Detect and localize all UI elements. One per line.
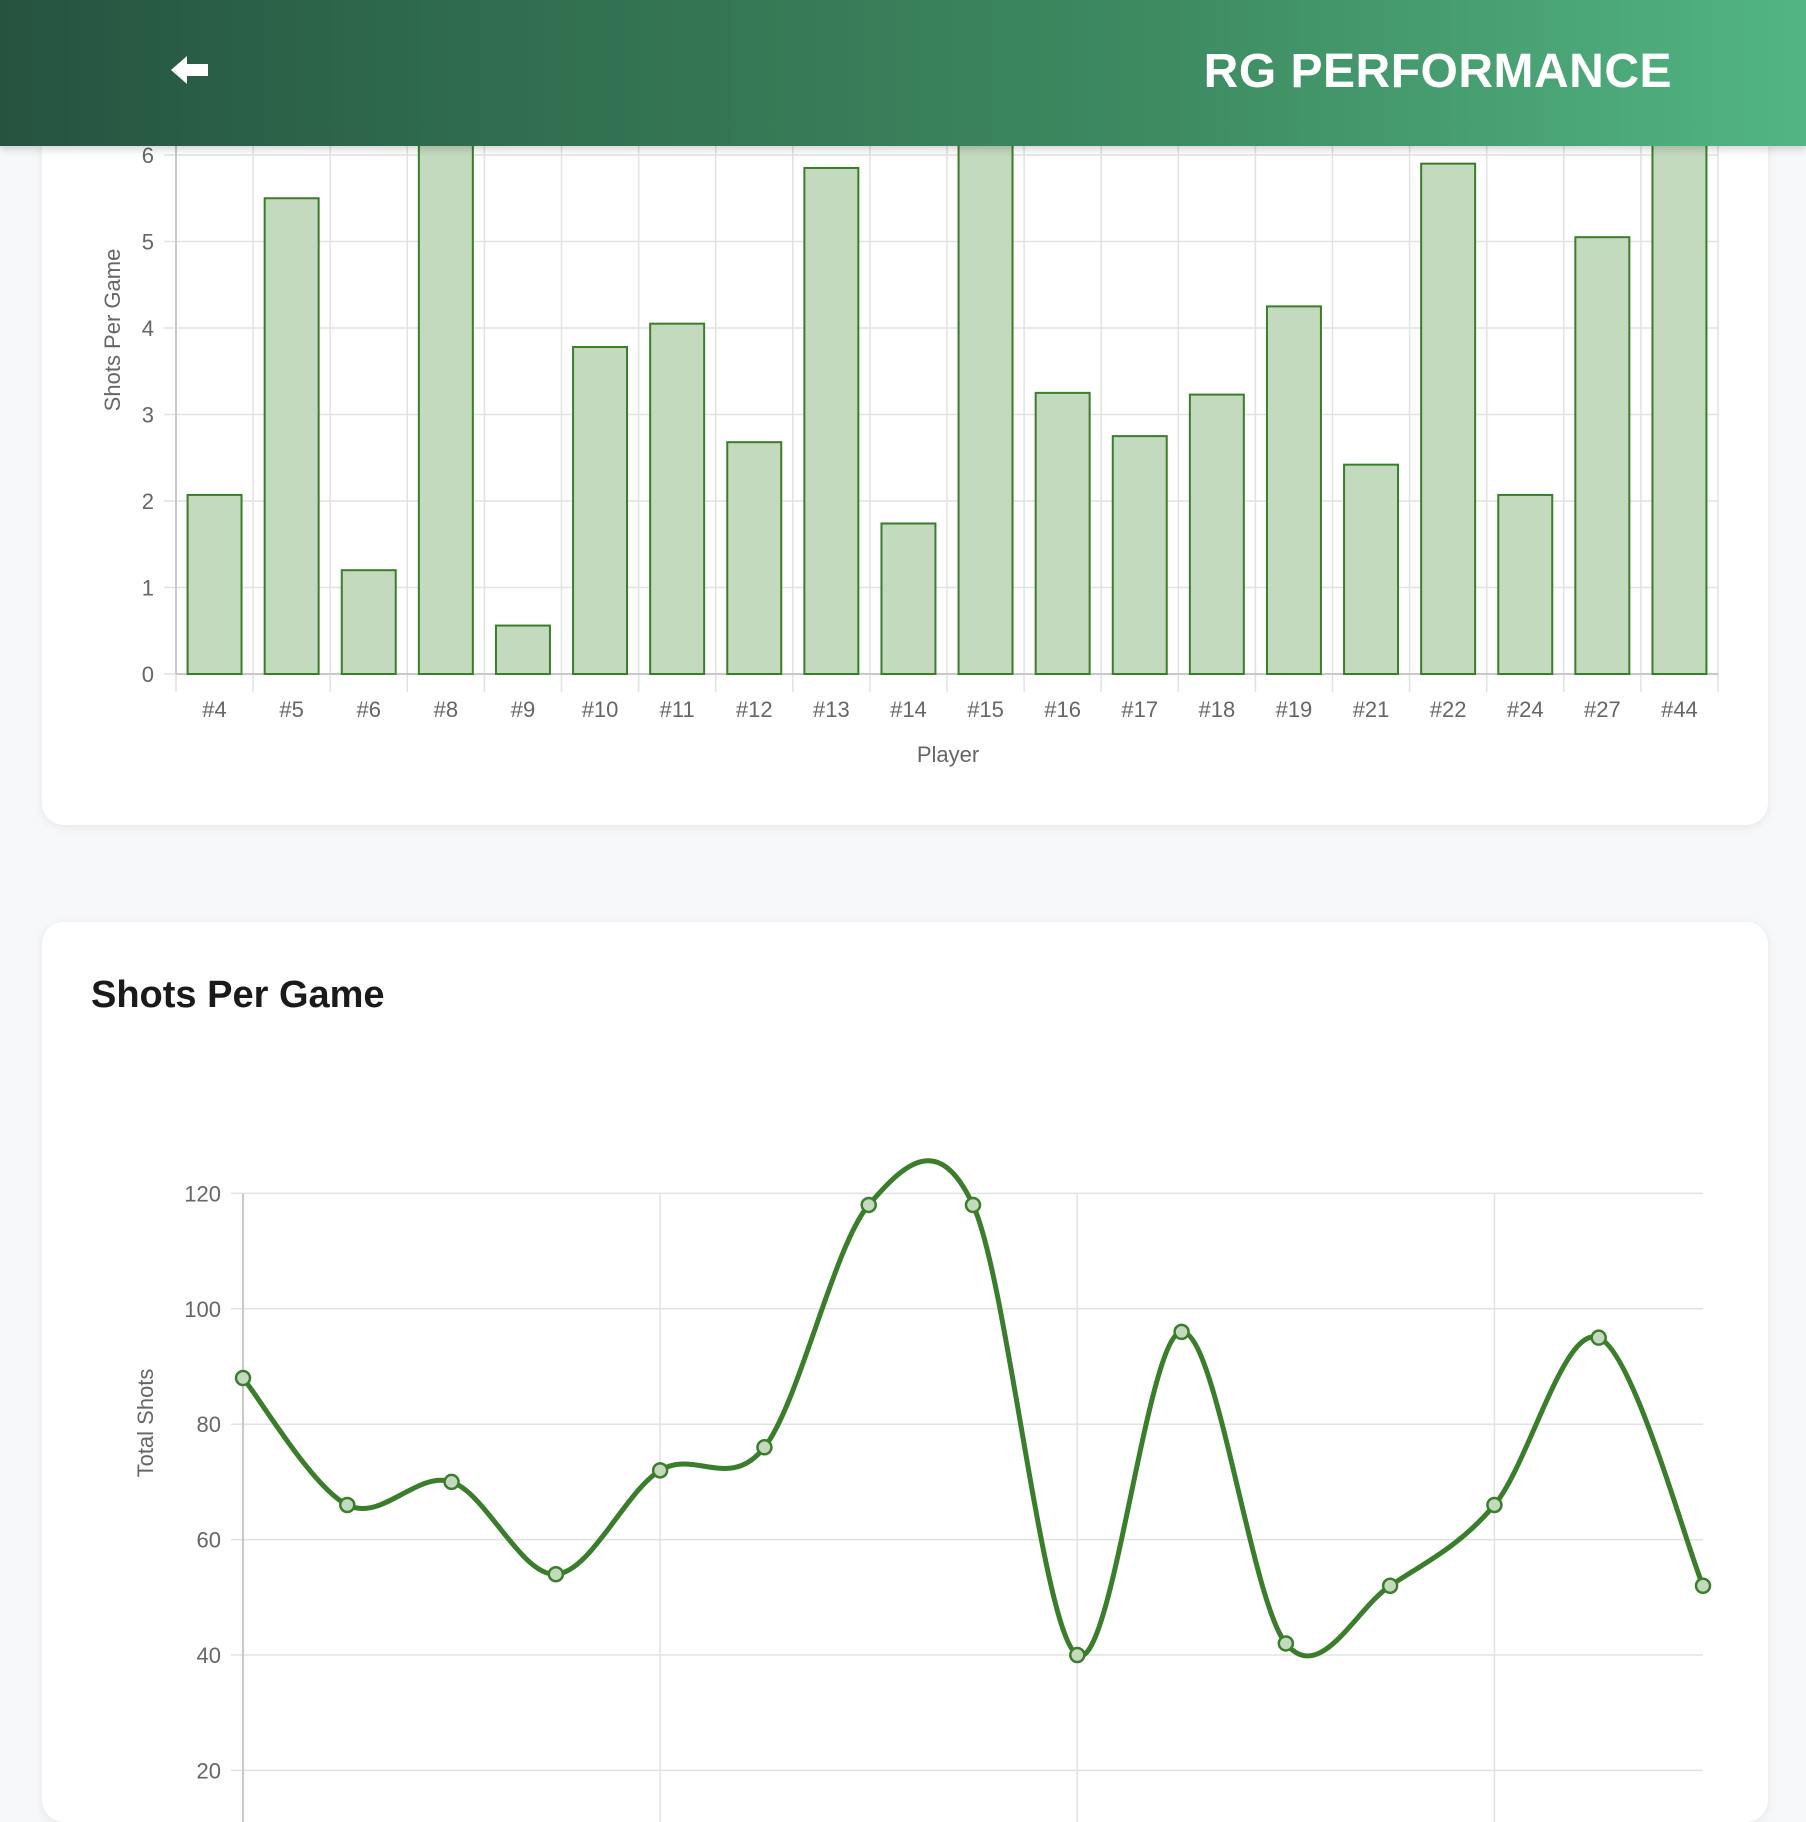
back-button[interactable] xyxy=(160,40,220,100)
bar-chart-bar xyxy=(340,569,397,676)
line-chart-point xyxy=(1486,1496,1503,1514)
line-chart-card: Shots Per Game 20 40 60 80 100 120 Total Shot… xyxy=(42,922,1768,1822)
line-chart-point xyxy=(1173,1323,1190,1341)
line-chart-point xyxy=(1694,1577,1712,1595)
bar-chart-bar xyxy=(1343,463,1400,676)
bar-chart-bar xyxy=(263,197,320,675)
bar-chart-ytick-label: 2 xyxy=(142,489,154,514)
line-chart-grid xyxy=(231,1192,1703,1822)
bar-chart-xtick-label: #21 xyxy=(1353,697,1390,722)
header-title: RG PERFORMANCE xyxy=(1203,45,1672,98)
bar-chart-bar xyxy=(417,136,474,675)
bar-chart-xtick-label: #4 xyxy=(202,697,226,722)
bar-chart-bar xyxy=(1265,305,1322,675)
bar-chart-ytick-label: 4 xyxy=(142,316,154,341)
bar-chart-xtick-label: #13 xyxy=(813,697,850,722)
bar-chart-ytick-label: 5 xyxy=(142,230,154,255)
line-chart-point xyxy=(339,1496,356,1514)
bar-chart-bar xyxy=(494,624,551,675)
bar-chart-xtick-label: #44 xyxy=(1661,697,1698,722)
bar-chart-bar xyxy=(649,322,706,675)
line-chart-point xyxy=(1277,1635,1295,1652)
line-chart: 20 40 60 80 100 120 Total Shots xyxy=(133,1158,1712,1822)
bar-chart-bar xyxy=(803,166,860,675)
line-chart-point xyxy=(234,1369,252,1387)
line-chart-series-line xyxy=(241,1158,1706,1659)
bar-chart-xtick-label: #10 xyxy=(582,697,619,722)
bar-chart-xtick-label: #15 xyxy=(967,697,1004,722)
bar-chart-xtick-label: #12 xyxy=(736,697,773,722)
bar-chart-bar xyxy=(1497,493,1554,675)
bar-chart-xlabel: Player xyxy=(917,742,979,767)
bar-chart-ytick-label: 3 xyxy=(142,403,154,428)
bar-chart-xtick-label: #9 xyxy=(511,697,535,722)
bar-chart: 0 1 2 3 4 5 6 #4 #5 #6 #8 #9 #10 #11 #12 #13 #14 #15 #16 #1… xyxy=(100,40,1719,767)
line-chart-point xyxy=(1590,1329,1607,1346)
line-chart-point xyxy=(1381,1577,1399,1595)
bar-chart-bar xyxy=(957,136,1014,675)
bar-chart-xtick-label: #11 xyxy=(660,697,695,722)
bar-chart-xtick-label: #19 xyxy=(1276,697,1313,722)
bar-chart-ytick-label: 1 xyxy=(142,576,154,601)
bar-chart-ytick-label: 0 xyxy=(142,662,154,687)
line-chart-points xyxy=(234,1196,1712,1664)
bar-chart-bar xyxy=(880,522,937,675)
bar-chart-xtick-label: #14 xyxy=(890,697,927,722)
bar-chart-xtick-label: #22 xyxy=(1430,697,1467,722)
bar-chart-ytick-label: 6 xyxy=(142,143,154,168)
line-chart-point xyxy=(756,1439,773,1456)
line-chart-ticks: 20 40 60 80 100 120 xyxy=(184,1181,221,1783)
bar-chart-bar xyxy=(572,346,629,675)
line-chart-ytick-label: 80 xyxy=(197,1412,221,1437)
bar-chart-xtick-label: #17 xyxy=(1121,697,1158,722)
bar-chart-ylabel: Shots Per Game xyxy=(100,249,125,412)
line-chart-point xyxy=(651,1462,669,1479)
line-chart-ytick-label: 120 xyxy=(184,1181,221,1206)
app-header: RG PERFORMANCE xyxy=(0,0,1806,146)
bar-chart-xtick-label: #27 xyxy=(1584,697,1621,722)
line-chart-ytick-label: 40 xyxy=(197,1643,221,1668)
line-chart-ytick-label: 60 xyxy=(197,1528,221,1553)
line-chart-point xyxy=(1069,1646,1086,1664)
bar-chart-bar xyxy=(726,441,783,675)
line-chart-point xyxy=(860,1196,877,1214)
bar-chart-xtick-label: #18 xyxy=(1198,697,1235,722)
bar-chart-xtick-label: #24 xyxy=(1507,697,1544,722)
arrow-left-icon xyxy=(171,56,208,84)
bar-chart-xtick-label: #8 xyxy=(434,697,458,722)
bar-chart-xtick-label: #6 xyxy=(357,697,381,722)
bar-chart-xtick-label: #16 xyxy=(1044,697,1081,722)
bar-chart-bar xyxy=(1111,435,1168,675)
bar-chart-bar xyxy=(1651,136,1708,675)
bar-chart-bar xyxy=(186,493,243,675)
line-chart-point xyxy=(443,1473,460,1491)
bar-chart-bar xyxy=(1574,236,1631,676)
bar-chart-bar xyxy=(1034,391,1091,675)
line-chart-ytick-label: 20 xyxy=(197,1758,221,1783)
line-chart-ytick-label: 100 xyxy=(184,1297,221,1322)
line-chart-point xyxy=(547,1565,565,1583)
bar-chart-bar xyxy=(1420,162,1477,676)
line-chart-ylabel: Total Shots xyxy=(133,1369,158,1478)
bar-chart-card: 0 1 2 3 4 5 6 #4 #5 #6 #8 #9 #10 #11 #12 #13 #14 #15 #16 #1… xyxy=(42,40,1768,825)
bar-chart-bar xyxy=(1188,393,1245,675)
line-chart-point xyxy=(964,1196,982,1214)
bar-chart-xtick-label: #5 xyxy=(279,697,303,722)
